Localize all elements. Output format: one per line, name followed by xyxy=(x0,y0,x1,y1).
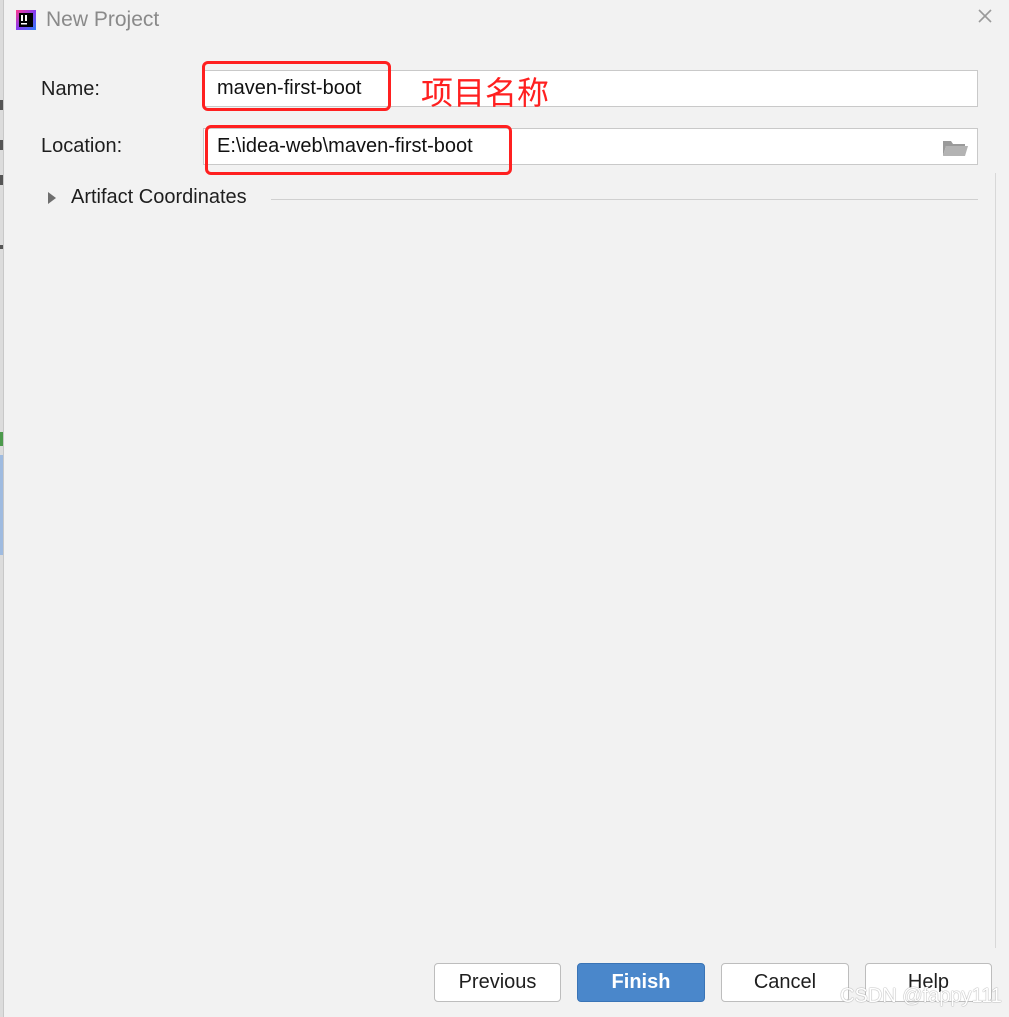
close-icon[interactable] xyxy=(975,6,995,26)
previous-button[interactable]: Previous xyxy=(434,963,561,1002)
name-label: Name: xyxy=(41,78,100,100)
edge-mark xyxy=(0,432,3,446)
artifact-coordinates-toggle[interactable]: Artifact Coordinates xyxy=(71,186,247,209)
finish-button[interactable]: Finish xyxy=(577,963,705,1002)
folder-icon[interactable] xyxy=(940,137,970,159)
edge-mark xyxy=(0,455,3,555)
scroll-divider xyxy=(995,173,996,948)
section-separator xyxy=(271,199,978,200)
intellij-idea-icon xyxy=(16,10,36,30)
dialog-title-bar: New Project xyxy=(3,0,1009,42)
location-label: Location: xyxy=(41,135,123,157)
background-window-edge xyxy=(0,0,4,1017)
cancel-button[interactable]: Cancel xyxy=(721,963,849,1002)
location-input[interactable] xyxy=(203,128,978,165)
name-input[interactable] xyxy=(203,70,978,107)
edge-mark xyxy=(0,140,3,150)
dialog-title: New Project xyxy=(46,8,160,31)
triangle-right-icon[interactable] xyxy=(48,192,56,204)
help-button[interactable]: Help xyxy=(865,963,992,1002)
edge-mark xyxy=(0,175,3,185)
annotation-project-name: 项目名称 xyxy=(421,74,550,112)
edge-mark xyxy=(0,100,3,110)
edge-mark xyxy=(0,245,3,249)
